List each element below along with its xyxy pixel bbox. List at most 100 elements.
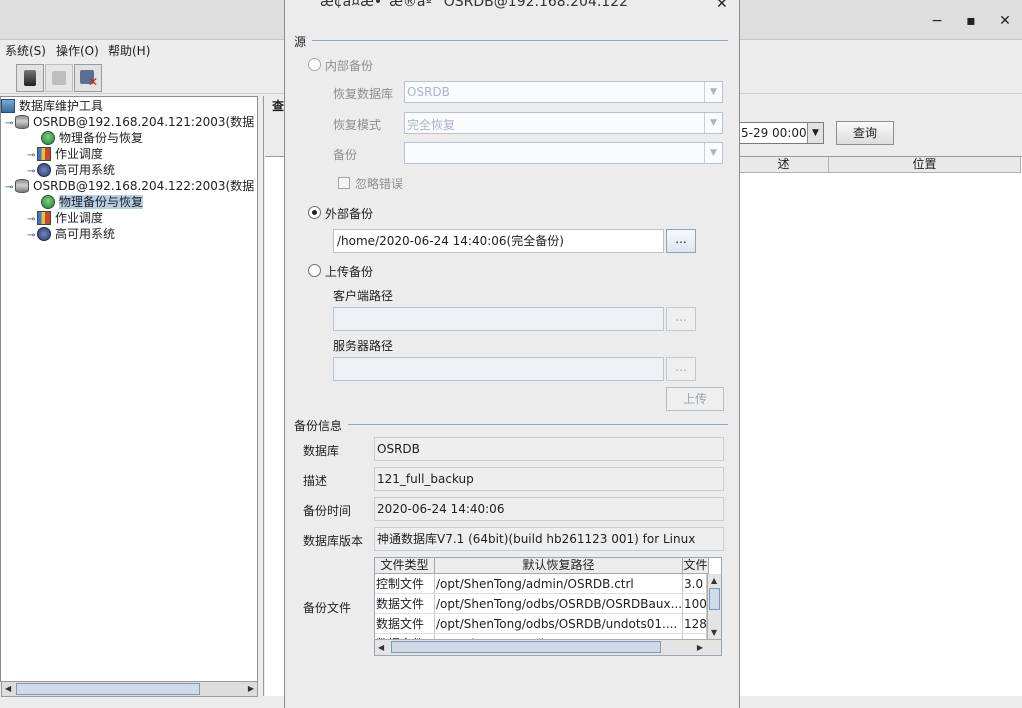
scroll-thumb[interactable] [709,588,720,610]
section-divider [294,40,728,41]
info-version-value: 神通数据库V7.1 (64bit)(build hb261123 001) fo… [374,527,724,551]
tree-item-backup-restore-selected[interactable]: 物理备份与恢复 [41,194,144,210]
backup-restore-icon [41,131,55,145]
expand-icon[interactable]: ⊸ [5,116,15,132]
server-path-field[interactable] [333,357,664,381]
backup-label: 备份 [333,148,358,162]
date-combo[interactable]: 5-29 00:00 ▼ [736,122,824,144]
scroll-thumb[interactable] [391,641,661,653]
tree-item-backup-restore[interactable]: 物理备份与恢复 [41,130,143,146]
info-files-label: 备份文件 [303,601,352,615]
query-button[interactable]: 查询 [836,121,894,145]
scroll-down-icon[interactable]: ▼ [711,628,717,637]
upload-backup-radio[interactable] [308,264,321,277]
dialog-title: æ¢å¤æ•°æ®åº“ OSRDB@192.168.204.122 [320,0,629,10]
tree-item-label: 作业调度 [55,147,104,161]
column-header[interactable]: 述 [739,157,829,173]
server-label: OSRDB@192.168.204.122:2003(数据 [33,179,255,193]
scroll-thumb[interactable] [16,683,200,695]
ignore-errors-checkbox[interactable] [338,177,350,189]
menu-operation[interactable]: 操作(O) [56,42,99,59]
server-browse-button[interactable]: ... [666,357,696,381]
column-header[interactable]: 位置 [829,157,1021,173]
table-cell: /opt/ShenTong/odbs/OSRDB/undots01.... [435,614,683,634]
info-time-value: 2020-06-24 14:40:06 [374,497,724,521]
tree-horizontal-scrollbar[interactable]: ◀ ▶ [1,681,258,697]
column-header[interactable]: 文件类型 [375,558,435,574]
upload-button[interactable]: 上传 [666,387,724,411]
scroll-up-icon[interactable]: ▲ [711,576,717,585]
minimize-icon[interactable]: − [929,12,945,30]
chevron-down-icon[interactable]: ▼ [807,123,823,143]
close-icon[interactable]: ✕ [716,0,728,12]
expand-icon[interactable]: ⊸ [5,180,15,196]
tree-server-122[interactable]: ⊸ OSRDB@192.168.204.122:2003(数据 [5,178,254,194]
table-vertical-scrollbar[interactable]: ▲ ▼ [707,574,721,639]
menu-system[interactable]: 系统(S) [5,42,46,59]
tree-item-label: 物理备份与恢复 [59,195,144,209]
tree-server-121[interactable]: ⊸ OSRDB@192.168.204.121:2003(数据 [5,114,254,130]
tree-item-ha-system[interactable]: ⊸ 高可用系统 [27,162,115,178]
ignore-errors-label: 忽略错误 [355,177,404,191]
backup-combo[interactable]: ▼ [404,142,723,164]
info-database-value: OSRDB [374,437,724,461]
source-section-title: 源 [294,33,313,50]
section-divider [294,424,728,425]
chevron-down-icon[interactable]: ▼ [704,113,722,133]
remove-server-icon[interactable]: ✕ [74,64,102,92]
external-browse-button[interactable]: ... [666,229,696,253]
database-tree[interactable]: 数据库维护工具 ⊸ OSRDB@192.168.204.121:2003(数据 物… [0,96,258,682]
info-version-label: 数据库版本 [303,534,364,548]
client-path-field[interactable] [333,307,664,331]
internal-backup-radio[interactable] [308,58,321,71]
table-cell: 数据文件 [375,614,435,634]
server-path-label: 服务器路径 [333,339,394,353]
restore-mode-value: 完全恢复 [407,118,456,132]
disconnect-icon[interactable] [45,64,73,92]
info-description-value: 121_full_backup [374,467,724,491]
column-header[interactable]: 默认恢复路径 [435,558,683,574]
external-backup-radio[interactable] [308,206,321,219]
scroll-right-icon[interactable]: ▶ [248,684,254,693]
client-path-label: 客户端路径 [333,289,394,303]
backup-restore-icon [41,195,55,209]
table-cell: 128 [683,614,707,634]
info-time-label: 备份时间 [303,504,352,518]
close-icon[interactable]: ✕ [997,12,1013,30]
maximize-icon[interactable]: ▪ [963,12,979,30]
table-cell: 数据文件 [375,594,435,614]
chevron-down-icon[interactable]: ▼ [704,143,722,163]
tree-item-label: 高可用系统 [55,227,116,241]
menu-help[interactable]: 帮助(H) [108,42,150,59]
table-horizontal-scrollbar[interactable]: ◀ ▶ [375,639,721,655]
restore-mode-combo[interactable]: 完全恢复 ▼ [404,112,723,134]
chevron-down-icon[interactable]: ▼ [704,82,722,102]
server-label: OSRDB@192.168.204.121:2003(数据 [33,115,255,129]
client-browse-button[interactable]: ... [666,307,696,331]
expand-icon[interactable]: ⊸ [27,228,37,244]
external-path-field[interactable]: /home/2020-06-24 14:40:06(完全备份) [333,229,664,253]
backup-info-section-title: 备份信息 [294,417,349,434]
internal-backup-label: 内部备份 [325,59,374,73]
table-cell: 100 [683,594,707,614]
column-header[interactable]: 文件 [683,558,709,574]
restore-db-label: 恢复数据库 [333,87,394,101]
scroll-left-icon[interactable]: ◀ [5,684,11,693]
tree-root[interactable]: 数据库维护工具 [1,98,103,114]
restore-db-combo[interactable]: OSRDB ▼ [404,81,723,103]
tree-item-job-schedule[interactable]: ⊸ 作业调度 [27,210,103,226]
backup-files-table[interactable]: 文件类型 默认恢复路径 文件 控制文件 /opt/ShenTong/admin/… [374,557,722,656]
table-cell: /opt/ShenTong/odbs/OSRDB/OSRDBaux... [435,594,683,614]
restore-db-value: OSRDB [407,85,450,99]
connect-icon[interactable] [16,64,44,92]
database-icon [15,115,29,129]
ha-system-icon [37,163,51,177]
tree-root-label: 数据库维护工具 [19,99,104,113]
scroll-left-icon[interactable]: ◀ [378,643,384,652]
tree-item-label: 高可用系统 [55,163,116,177]
tree-item-ha-system[interactable]: ⊸ 高可用系统 [27,226,115,242]
tree-item-job-schedule[interactable]: ⊸ 作业调度 [27,146,103,162]
table-cell: 控制文件 [375,574,435,594]
tree-item-label: 物理备份与恢复 [59,131,144,145]
scroll-right-icon[interactable]: ▶ [697,643,703,652]
